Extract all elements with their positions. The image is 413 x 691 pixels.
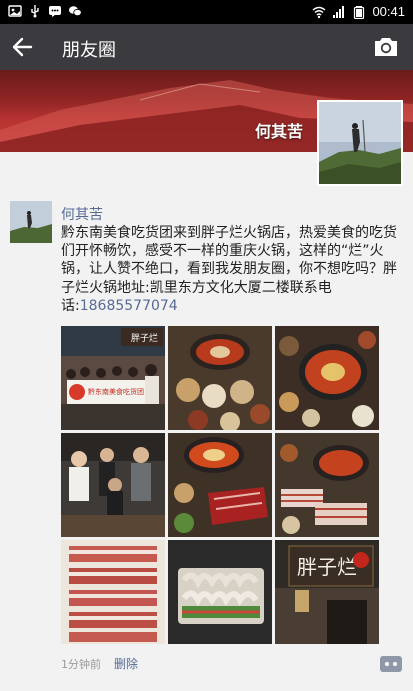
nav-bar: 朋友圈 (0, 24, 413, 70)
photo-thumb-group[interactable]: 胖子烂 黔东南美食吃货团 (61, 326, 165, 430)
hotpot-meat-image (168, 433, 272, 537)
photo-grid: 胖子烂 黔东南美食吃货团 胖子烂 (61, 326, 379, 644)
phone-link[interactable]: 18685577074 (80, 298, 178, 314)
comment-dot-icon (385, 662, 389, 666)
banner-text: 黔东南美食吃货团 (88, 387, 144, 396)
gallery-icon (8, 5, 22, 17)
meat-rolls-image (168, 540, 272, 644)
photo-thumb-bacon[interactable] (61, 540, 165, 644)
shop-sign-small: 胖子烂 (131, 333, 158, 344)
battery-icon (354, 5, 365, 19)
photo-thumb-shop[interactable]: 胖子烂 (275, 540, 379, 644)
photo-thumb-rolls[interactable] (168, 540, 272, 644)
avatar-hiker-small-image (10, 201, 52, 243)
page-title: 朋友圈 (62, 40, 116, 61)
post-time: 1分钟前 (61, 658, 101, 671)
photo-thumb-toast[interactable] (61, 433, 165, 537)
hotpot-table-image (168, 326, 272, 430)
toast-people-image (61, 433, 165, 537)
wechat-icon (69, 6, 82, 17)
hotpot-spread-image (275, 326, 379, 430)
delete-button[interactable]: 删除 (114, 655, 138, 672)
sliced-pork-image (61, 540, 165, 644)
comment-more-icon[interactable] (380, 656, 402, 672)
status-right: 00:41 (312, 4, 405, 19)
message-icon (49, 6, 61, 17)
arrow-left-icon[interactable] (10, 34, 36, 60)
status-bar: 00:41 (0, 0, 413, 24)
shop-front-image: 胖子烂 (275, 540, 379, 644)
cover-username[interactable]: 何其苦 (255, 118, 303, 142)
post-author-name[interactable]: 何其苦 (61, 204, 103, 224)
status-left (8, 4, 82, 18)
photo-thumb-hotpot-3[interactable] (168, 433, 272, 537)
wifi-icon (313, 6, 326, 18)
usb-icon (31, 5, 39, 18)
comment-dot-icon (393, 662, 397, 666)
post-author-avatar[interactable] (10, 201, 52, 243)
status-time: 00:41 (372, 4, 405, 19)
photo-thumb-hotpot-1[interactable] (168, 326, 272, 430)
shop-sign-text: 胖子烂 (297, 555, 357, 579)
camera-icon[interactable] (373, 35, 399, 59)
photo-thumb-hotpot-4[interactable] (275, 433, 379, 537)
profile-avatar[interactable] (317, 100, 403, 186)
hotpot-platter-image (275, 433, 379, 537)
signal-icon (333, 5, 345, 18)
avatar-hiker-image (319, 102, 401, 184)
group-photo-image: 胖子烂 黔东南美食吃货团 (61, 326, 165, 430)
photo-thumb-hotpot-2[interactable] (275, 326, 379, 430)
post-text: 黔东南美食吃货团来到胖子烂火锅店，热爱美食的吃货们开怀畅饮，感受不一样的重庆火锅… (61, 224, 406, 315)
